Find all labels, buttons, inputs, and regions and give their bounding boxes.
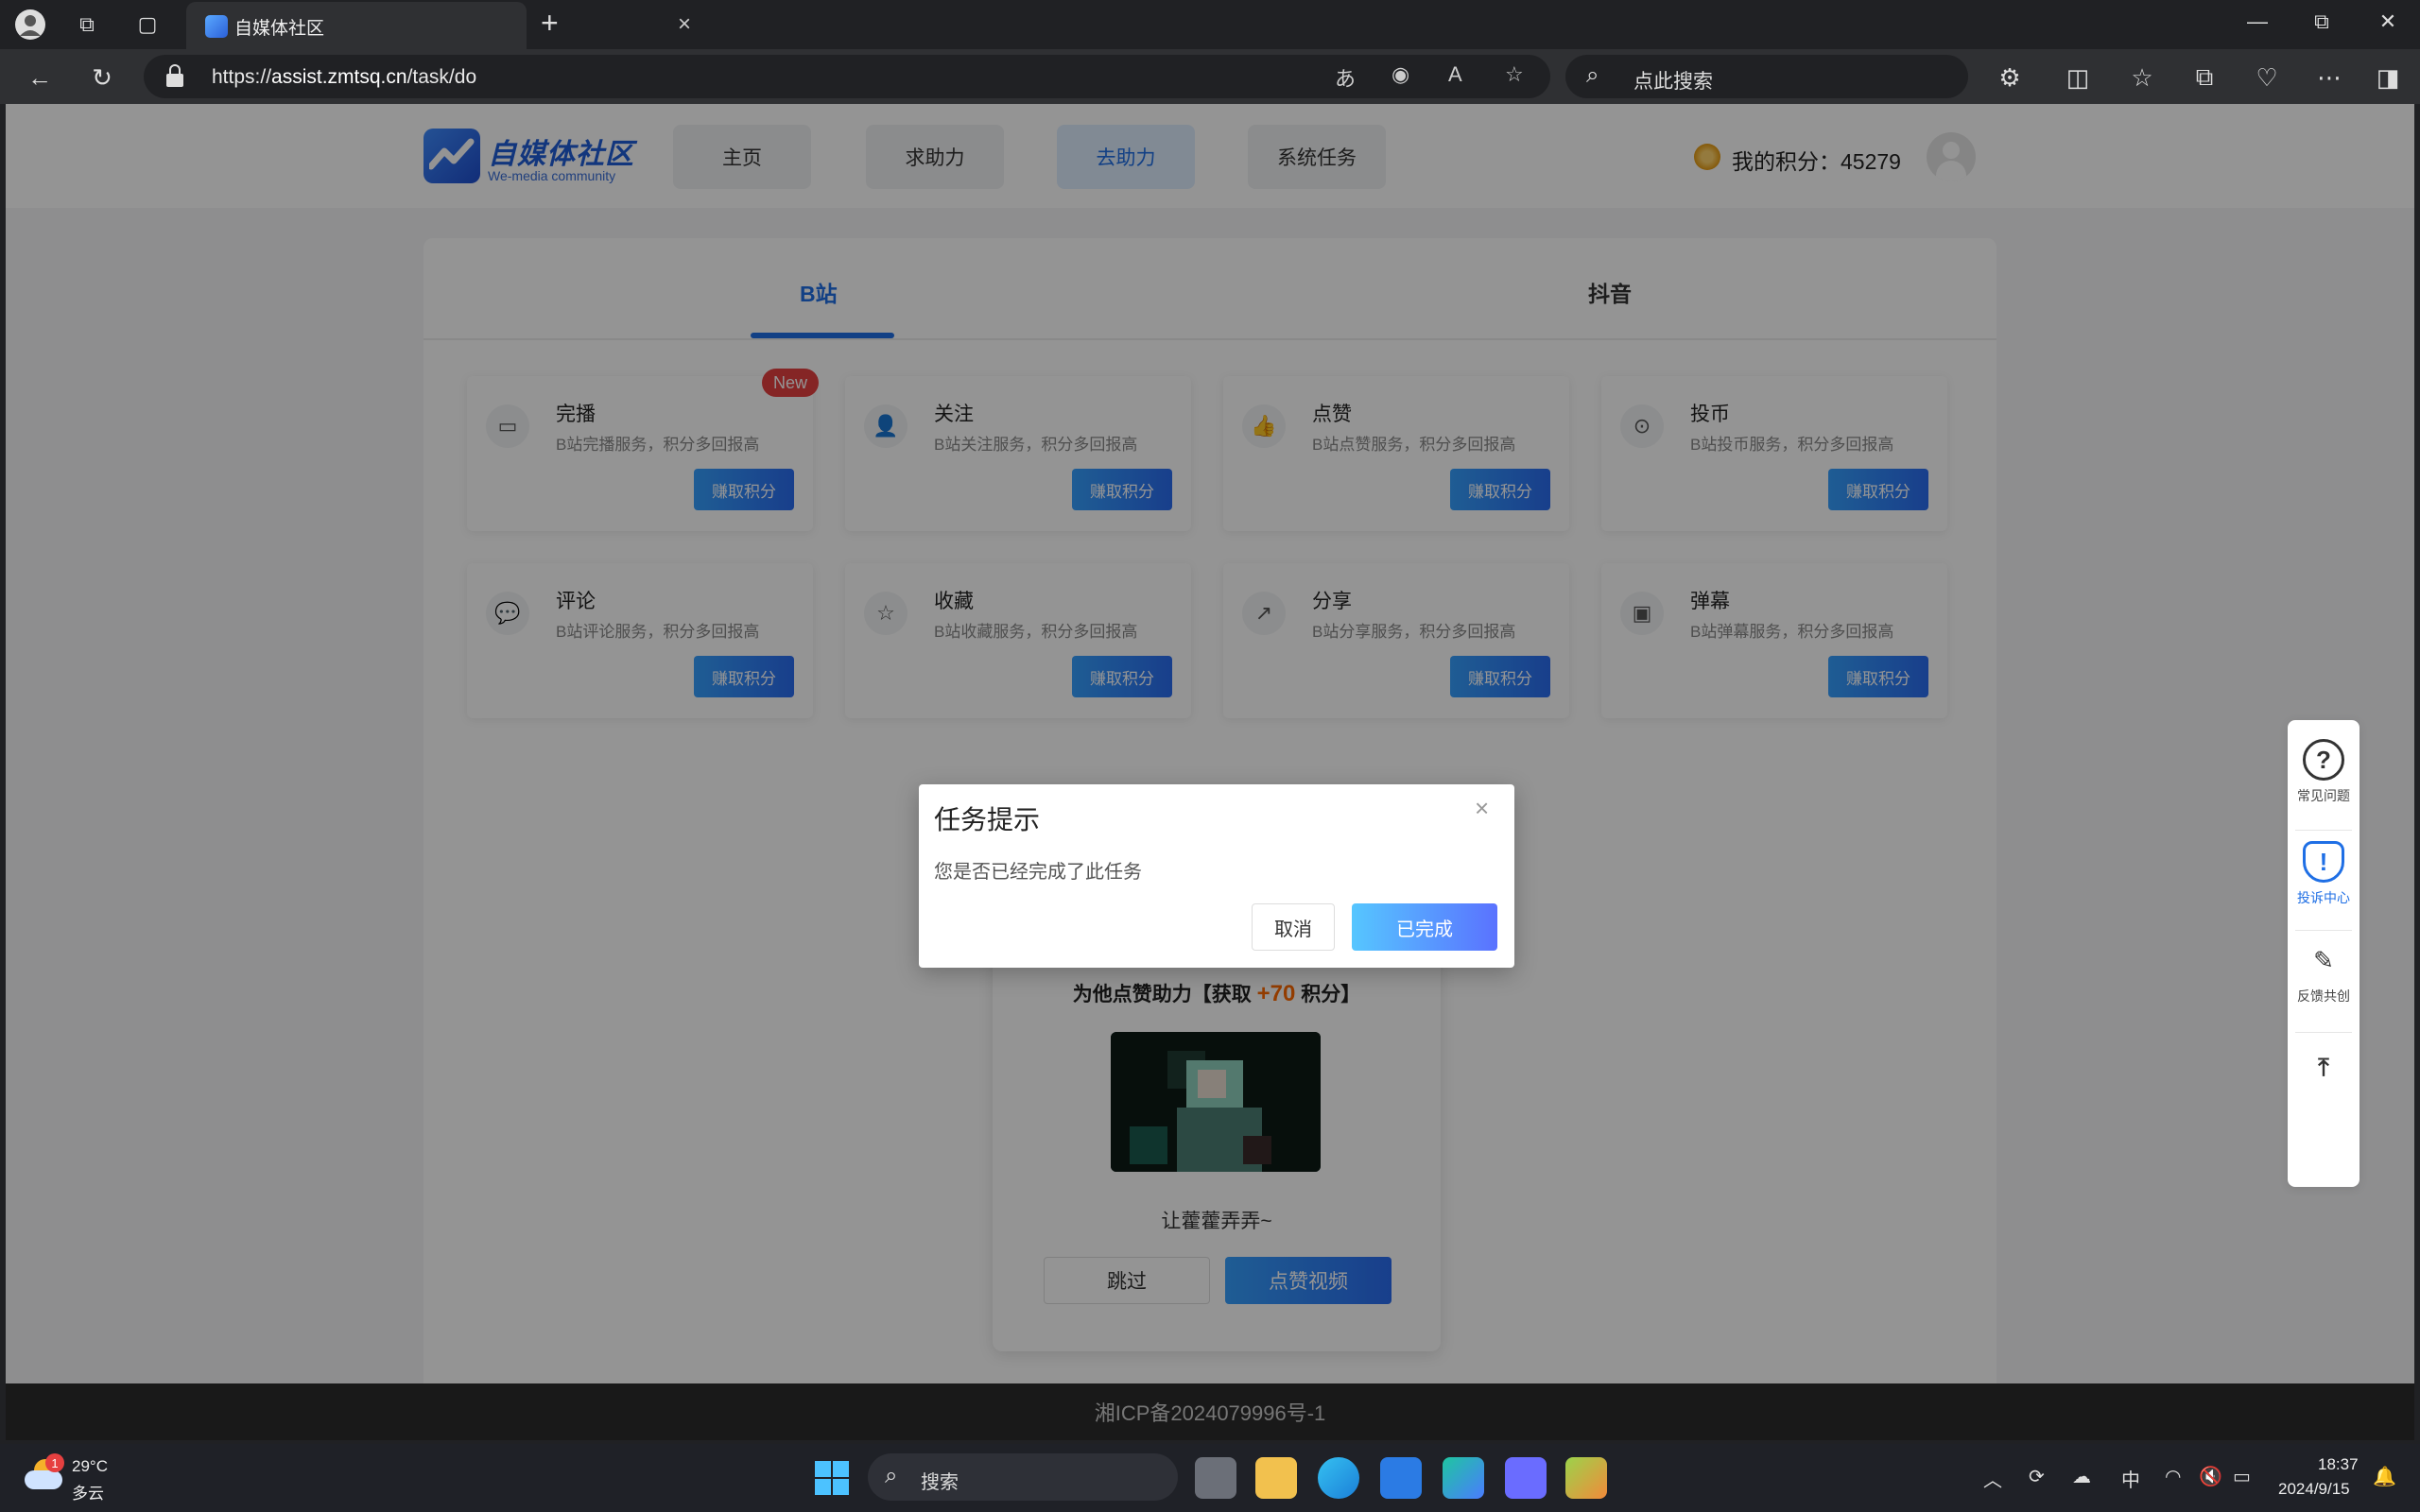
volume-muted-icon[interactable]: 🔇 (2199, 1465, 2222, 1488)
edit-icon: ✎ (2313, 945, 2334, 974)
restore-icon[interactable]: ⧉ (2303, 9, 2341, 34)
arrow-top-icon: ⤒ (2318, 1053, 2329, 1081)
file-explorer-icon[interactable] (1255, 1457, 1297, 1499)
tab-title: 自媒体社区 (234, 19, 325, 39)
split-screen-icon[interactable]: ◫ (2059, 59, 2097, 96)
new-tab-icon[interactable]: + (541, 6, 559, 41)
taskbar-search-placeholder: 搜索 (921, 1472, 959, 1493)
browser-essentials-icon[interactable]: ♡ (2248, 59, 2286, 96)
search-icon: ⌕ (1586, 62, 1599, 88)
clock-date[interactable]: 2024/9/15 (2278, 1480, 2350, 1499)
back-to-top-button[interactable]: ⤒ (2288, 1047, 2360, 1094)
feedback-button[interactable]: ✎ 反馈共创 (2288, 939, 2360, 1005)
url-text: https://assist.zmtsq.cn/task/do (212, 66, 477, 88)
modal-overlay[interactable] (6, 104, 2414, 1440)
app-icon[interactable] (1505, 1457, 1547, 1499)
wifi-icon[interactable]: ◠ (2165, 1465, 2181, 1488)
taskbar-search[interactable]: ⌕ 搜索 (868, 1453, 1178, 1501)
edge-icon[interactable]: ◉ (1392, 62, 1409, 87)
edge-browser-icon[interactable] (1318, 1457, 1359, 1499)
profile-icon[interactable] (13, 8, 47, 42)
sidebar-icon[interactable]: ◨ (2369, 59, 2407, 96)
search-icon: ⌕ (885, 1463, 898, 1488)
collections-icon[interactable]: ⧉ (2186, 59, 2223, 96)
address-bar[interactable]: https://assist.zmtsq.cn/task/do あ ◉ A ☆ (144, 55, 1550, 98)
shield-icon: ! (2303, 841, 2344, 883)
clock-time[interactable]: 18:37 (2318, 1455, 2359, 1474)
question-icon: ? (2303, 739, 2344, 781)
extensions-icon[interactable]: ⚙ (1991, 59, 2029, 96)
battery-icon[interactable]: ▭ (2233, 1465, 2251, 1488)
browser-search-placeholder: 点此搜索 (1634, 71, 1713, 93)
task-confirm-dialog: 任务提示 × 您是否已经完成了此任务 取消 已完成 (919, 784, 1514, 968)
favorite-star-icon[interactable]: ☆ (1505, 62, 1524, 87)
faq-label: 常见问题 (2297, 788, 2350, 803)
sync-icon[interactable]: ⟳ (2029, 1465, 2045, 1488)
notification-bell-icon[interactable]: 🔔 (2373, 1465, 2396, 1488)
complaint-label: 投诉中心 (2297, 890, 2350, 905)
site-favicon-icon (205, 15, 228, 38)
minimize-icon[interactable]: — (2238, 9, 2276, 34)
read-aloud-icon[interactable]: A (1448, 62, 1462, 87)
workspaces-icon[interactable]: ⧉ (70, 8, 104, 42)
completed-button[interactable]: 已完成 (1352, 903, 1497, 951)
weather-badge: 1 (45, 1453, 64, 1472)
input-method[interactable]: 中 (2121, 1465, 2140, 1492)
more-menu-icon[interactable]: ⋯ (2310, 59, 2348, 96)
app-icon[interactable] (1443, 1457, 1484, 1499)
app-icon[interactable] (1565, 1457, 1607, 1499)
side-toolbar: ? 常见问题 ! 投诉中心 ✎ 反馈共创 ⤒ (2288, 720, 2360, 1187)
faq-button[interactable]: ? 常见问题 (2288, 739, 2360, 805)
task-view-icon[interactable] (1195, 1457, 1236, 1499)
tab-close-icon[interactable]: × (678, 11, 691, 38)
onedrive-icon[interactable]: ☁ (2072, 1465, 2091, 1488)
lock-icon (166, 64, 183, 87)
back-icon[interactable]: ← (21, 59, 59, 96)
browser-search-box[interactable]: ⌕ 点此搜索 (1565, 55, 1968, 98)
web-page: 自媒体社区 We-media community 主页 求助力 去助力 系统任务… (6, 104, 2414, 1440)
show-hidden-icons-icon[interactable]: ︿ (1983, 1465, 2002, 1492)
windows-taskbar: 1 29°C 多云 ⌕ 搜索 ︿ ⟳ ☁ 中 ◠ 🔇 ▭ 18:37 2024/… (0, 1444, 2420, 1512)
complaint-center-button[interactable]: ! 投诉中心 (2288, 841, 2360, 907)
feedback-label: 反馈共创 (2297, 988, 2350, 1004)
weather-temperature: 29°C (72, 1457, 108, 1475)
start-icon[interactable] (811, 1457, 853, 1499)
tab-actions-icon[interactable]: ▢ (130, 8, 164, 42)
weather-description: 多云 (72, 1485, 104, 1503)
cancel-button[interactable]: 取消 (1252, 903, 1335, 951)
dialog-title: 任务提示 (934, 805, 1041, 834)
close-icon[interactable]: × (1475, 794, 1489, 823)
browser-toolbar: ← ↻ https://assist.zmtsq.cn/task/do あ ◉ … (0, 49, 2420, 104)
close-window-icon[interactable]: ✕ (2369, 9, 2407, 34)
browser-titlebar: ⧉ ▢ × 自媒体社区 + — ⧉ ✕ (0, 0, 2420, 49)
refresh-icon[interactable]: ↻ (83, 59, 121, 96)
favorites-icon[interactable]: ☆ (2123, 59, 2161, 96)
translate-icon[interactable]: あ (1335, 62, 1356, 93)
dialog-message: 您是否已经完成了此任务 (934, 862, 1142, 883)
store-icon[interactable] (1380, 1457, 1422, 1499)
